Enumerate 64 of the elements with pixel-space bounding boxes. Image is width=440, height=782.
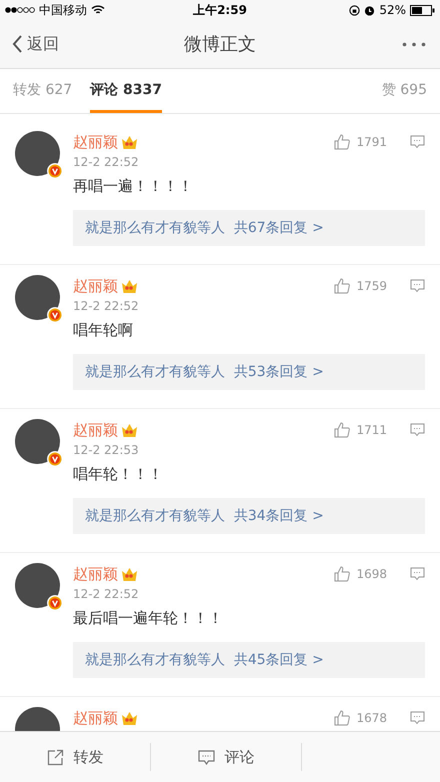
more-icon[interactable] (402, 42, 426, 46)
avatar-photo[interactable] (15, 275, 60, 320)
tab[interactable]: 赞 695 (382, 69, 427, 113)
user-name[interactable]: 赵丽颖 (73, 708, 118, 728)
status-time: 上午2:59 (193, 2, 247, 18)
verified-badge-icon (47, 451, 63, 467)
thumbs-up-icon (334, 422, 350, 438)
carrier-name: 中国移动 (39, 2, 87, 18)
thumbs-up-icon (334, 710, 350, 726)
signal-icon (5, 7, 35, 13)
comment-icon (198, 750, 214, 764)
comment-icon[interactable] (410, 135, 425, 149)
page-title: 微博正文 (184, 33, 256, 56)
user-name[interactable]: 赵丽颖 (73, 564, 118, 584)
like-button[interactable]: 1791 (334, 134, 387, 150)
back-button[interactable]: 返回 (12, 34, 59, 54)
crown-badge-icon (121, 566, 138, 582)
verified-badge-icon (47, 595, 63, 611)
wifi-icon (91, 5, 105, 15)
user-name[interactable]: 赵丽颖 (73, 420, 118, 440)
like-button[interactable]: 1678 (334, 710, 387, 726)
comment-time: 12-2 22:52 (73, 155, 140, 169)
comment-icon[interactable] (410, 567, 425, 581)
thumbs-up-icon (334, 566, 350, 582)
toolbar-button[interactable]: 评论 (151, 732, 301, 782)
replies-link[interactable]: 就是那么有才有貌等人 共45条回复 > (73, 642, 425, 678)
crown-badge-icon (121, 134, 138, 150)
comment-text: 再唱一遍！！！！ (73, 177, 194, 196)
like-button[interactable]: 1759 (334, 278, 387, 294)
comment-time: 12-2 22:53 (73, 443, 140, 457)
crown-badge-icon (121, 278, 138, 294)
replies-link[interactable]: 就是那么有才有貌等人 共67条回复 > (73, 210, 425, 246)
comment-text: 唱年轮啊 (73, 321, 134, 340)
toolbar-button[interactable]: 转发 (0, 732, 150, 782)
tab[interactable]: 评论 8337 (90, 69, 162, 113)
verified-badge-icon (47, 307, 63, 323)
comment-icon[interactable] (410, 423, 425, 437)
avatar-photo[interactable] (15, 419, 60, 464)
comment-text: 唱年轮！！！ (73, 465, 164, 484)
comment-time: 12-2 22:52 (73, 299, 140, 313)
verified-badge-icon (47, 163, 63, 179)
user-name[interactable]: 赵丽颖 (73, 132, 118, 152)
replies-link[interactable]: 就是那么有才有貌等人 共34条回复 > (73, 498, 425, 534)
thumbs-up-icon (334, 278, 350, 294)
battery-percent: 52% (379, 3, 406, 17)
avatar-photo[interactable] (15, 131, 60, 176)
chevron-left-icon (12, 35, 23, 53)
comment-time: 12-2 22:52 (73, 587, 140, 601)
comment-text: 最后唱一遍年轮！！！ (73, 609, 224, 628)
crown-badge-icon (121, 710, 138, 726)
share-icon (46, 748, 64, 766)
user-name[interactable]: 赵丽颖 (73, 276, 118, 296)
tab[interactable]: 转发 627 (13, 69, 72, 113)
rotation-lock-icon (349, 4, 360, 16)
crown-badge-icon (121, 422, 138, 438)
thumbs-up-icon (334, 134, 350, 150)
comment-icon[interactable] (410, 711, 425, 725)
avatar-photo[interactable] (15, 563, 60, 608)
replies-link[interactable]: 就是那么有才有貌等人 共53条回复 > (73, 354, 425, 390)
like-button[interactable]: 1711 (334, 422, 387, 438)
battery-icon (410, 4, 435, 16)
like-button[interactable]: 1698 (334, 566, 387, 582)
comment-icon[interactable] (410, 279, 425, 293)
alarm-icon (364, 4, 376, 16)
